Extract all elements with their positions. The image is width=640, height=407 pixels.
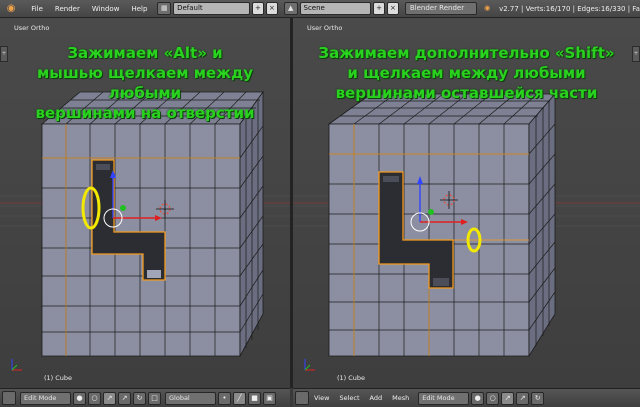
right-rotate-icon[interactable]: ↻ [531,391,545,405]
right-caption-line-1: Зажимаем дополнительно «Shift» [318,44,615,62]
left-axis-gizmo [11,359,22,371]
viewport-shading-icon[interactable]: ● [73,391,86,405]
menu-render[interactable]: Render [49,5,86,13]
right-pivot-icon[interactable]: ○ [486,391,500,405]
left-object-label: (1) Cube [44,374,73,382]
info-header: ◉ File Render Window Help ▦ Default + × … [0,0,640,18]
right-translate-icon[interactable]: ↗ [516,391,530,405]
left-hole-inner-wall [96,164,110,170]
menu-mesh[interactable]: Mesh [387,394,414,402]
right-object-label: (1) Cube [337,374,366,382]
screen-layout-field[interactable]: Default [173,2,251,15]
menu-select[interactable]: Select [334,394,364,402]
menu-add[interactable]: Add [365,394,388,402]
add-screen-button[interactable]: + [252,2,264,15]
left-view-label: User Ortho [14,24,50,32]
render-engine-select[interactable]: Blender Render [404,2,478,15]
face-select-icon[interactable]: ■ [248,391,261,405]
right-viewport-shading-icon[interactable]: ● [471,391,485,405]
menu-help[interactable]: Help [125,5,153,13]
right-hole-bottom-wall [433,278,449,286]
blender-logo-icon[interactable]: ◉ [3,2,19,15]
left-viewport-header: Edit Mode ● ○ ↗ ↗ ↻ □ Global • ╱ ■ ▣ [0,388,290,407]
menu-window[interactable]: Window [86,5,126,13]
right-viewport-header: View Select Add Mesh Edit Mode ● ○ ↗ ↗ ↻ [293,388,640,407]
right-editor-type-icon[interactable] [295,391,309,405]
right-caption-line-3: вершинами оставшейся части [335,84,598,102]
left-caption-line-3: вершинами на отверстии [35,104,255,122]
right-mode-select[interactable]: Edit Mode [418,391,470,405]
left-hole-bottom-wall [147,270,161,278]
left-orientation-select[interactable]: Global [165,391,216,405]
manipulator-icon[interactable]: ↗ [103,391,116,405]
vertex-select-icon[interactable]: • [218,391,231,405]
scene-icon[interactable]: ▲ [283,2,298,15]
editor-type-icon[interactable] [2,391,16,405]
screen-layout-icon[interactable]: ▦ [157,2,172,15]
left-caption: Зажимаем «Alt» и мышью щелкаем между люб… [0,43,290,123]
scene-statistics: v2.77 | Verts:16/170 | Edges:16/330 | Fa [499,4,640,13]
right-caption: Зажимаем дополнительно «Shift» и щелкаем… [293,43,640,103]
right-view-label: User Ortho [307,24,343,32]
edge-select-icon[interactable]: ╱ [233,391,246,405]
translate-manipulator-icon[interactable]: ↗ [118,391,131,405]
left-cube-right-face [239,90,264,357]
left-3d-viewport[interactable]: User Ortho + Зажимаем «Alt» и мышью щелк… [0,18,290,388]
menu-file[interactable]: File [25,5,49,13]
left-caption-line-2: мышью щелкаем между любыми [37,64,253,102]
blender-small-logo-icon: ◉ [484,4,491,12]
right-cube-right-face [528,92,556,358]
right-hole-inner-wall [383,176,399,182]
scale-manipulator-icon[interactable]: □ [148,391,161,405]
limit-selection-icon[interactable]: ▣ [263,391,276,405]
left-caption-line-1: Зажимаем «Alt» и [67,44,223,62]
add-scene-button[interactable]: + [373,2,385,15]
rotate-manipulator-icon[interactable]: ↻ [133,391,146,405]
pivot-icon[interactable]: ○ [88,391,101,405]
left-mode-select[interactable]: Edit Mode [20,391,71,405]
scene-field[interactable]: Scene [299,2,372,15]
right-axis-gizmo [304,359,315,371]
right-caption-line-2: и щелкаем между любыми [347,64,586,82]
menu-view[interactable]: View [309,394,334,402]
right-manipulator-icon[interactable]: ↗ [501,391,515,405]
delete-screen-button[interactable]: × [265,2,278,15]
delete-scene-button[interactable]: × [386,2,399,15]
right-3d-viewport[interactable]: User Ortho + Зажимаем дополнительно «Shi… [293,18,640,388]
